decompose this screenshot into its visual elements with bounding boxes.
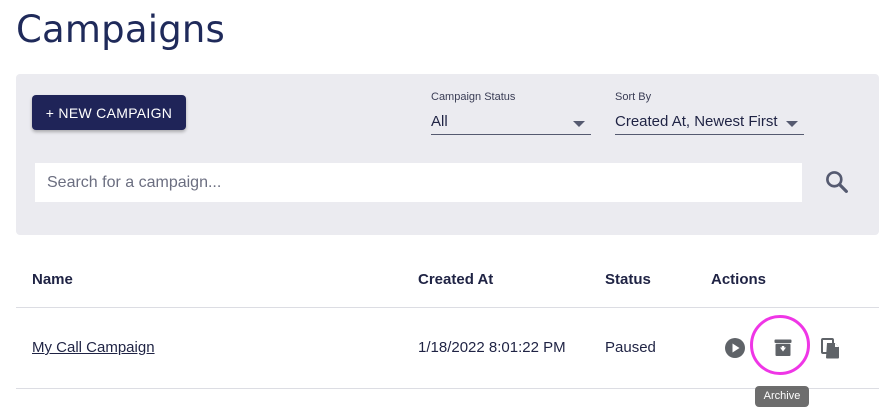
archive-tooltip: Archive xyxy=(755,386,809,407)
table-row: My Call Campaign 1/18/2022 8:01:22 PM Pa… xyxy=(16,308,879,389)
new-campaign-button[interactable]: + NEW CAMPAIGN xyxy=(32,95,186,130)
caret-down-icon xyxy=(573,121,585,127)
caret-down-icon xyxy=(786,121,798,127)
campaign-status: Paused xyxy=(605,339,656,356)
archive-icon xyxy=(774,339,792,356)
column-header-actions: Actions xyxy=(711,271,767,288)
page-title: Campaigns xyxy=(16,8,226,51)
campaign-name-link[interactable]: My Call Campaign xyxy=(32,339,155,356)
copy-icon xyxy=(821,338,839,359)
campaign-created-at: 1/18/2022 8:01:22 PM xyxy=(418,339,566,356)
archive-campaign-button[interactable] xyxy=(771,336,795,360)
campaign-status-label: Campaign Status xyxy=(431,91,516,103)
search-input[interactable] xyxy=(35,163,802,202)
column-header-created-at[interactable]: Created At xyxy=(418,271,493,288)
search-icon xyxy=(826,171,848,193)
duplicate-campaign-button[interactable] xyxy=(819,336,843,360)
sort-by-select[interactable]: Created At, Newest First xyxy=(615,106,804,135)
filter-panel: + NEW CAMPAIGN Campaign Status All Sort … xyxy=(16,74,879,235)
search-button[interactable] xyxy=(821,166,853,198)
table-header: Name Created At Status Actions xyxy=(16,258,879,308)
column-header-status[interactable]: Status xyxy=(605,271,651,288)
play-icon xyxy=(725,338,745,358)
campaign-status-value: All xyxy=(431,113,448,130)
resume-campaign-button[interactable] xyxy=(723,336,747,360)
campaign-status-select[interactable]: All xyxy=(431,106,591,135)
column-header-name[interactable]: Name xyxy=(32,271,73,288)
sort-by-label: Sort By xyxy=(615,91,652,103)
sort-by-value: Created At, Newest First xyxy=(615,113,778,130)
